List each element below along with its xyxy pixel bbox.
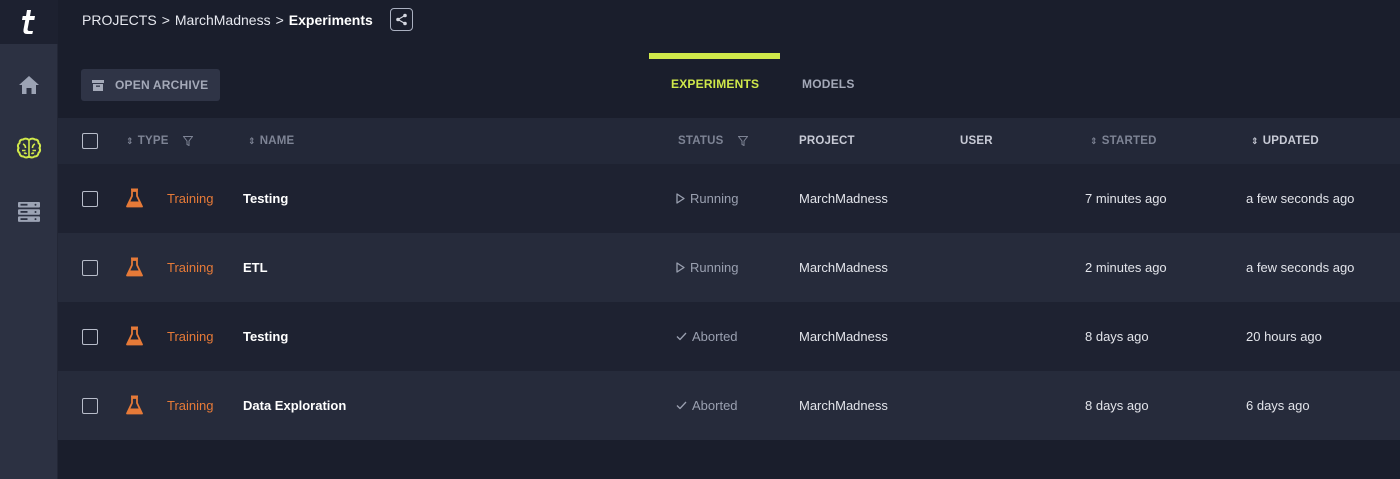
- column-header-user[interactable]: USER: [960, 135, 993, 147]
- row-project: MarchMadness: [799, 260, 888, 275]
- row-started: 2 minutes ago: [1085, 260, 1167, 275]
- home-icon: [19, 76, 39, 94]
- nav-experiments[interactable]: [0, 128, 58, 168]
- row-started: 8 days ago: [1085, 398, 1149, 413]
- active-tab-indicator: [649, 53, 780, 59]
- row-status-label: Running: [690, 260, 739, 275]
- table-row[interactable]: Training Data Exploration Aborted MarchM…: [58, 371, 1400, 440]
- breadcrumb: PROJECTS > MarchMadness > Experiments: [82, 11, 373, 29]
- logo-icon: [22, 10, 35, 34]
- share-icon: [396, 13, 407, 26]
- check-icon: [676, 332, 687, 341]
- row-name: Testing: [243, 191, 289, 206]
- breadcrumb-current: Experiments: [288, 12, 373, 28]
- breadcrumb-separator: >: [161, 12, 170, 28]
- filter-icon[interactable]: [182, 136, 193, 146]
- row-name: Testing: [243, 329, 289, 344]
- logo[interactable]: [0, 0, 58, 44]
- row-checkbox[interactable]: [82, 398, 98, 414]
- row-checkbox[interactable]: [82, 260, 98, 276]
- table-row[interactable]: Training Testing Running MarchMadness 7 …: [58, 164, 1400, 233]
- flask-icon: [126, 257, 143, 277]
- sort-icon: ⇕: [126, 135, 134, 146]
- open-archive-button[interactable]: OPEN ARCHIVE: [81, 69, 220, 101]
- table-row[interactable]: Training Testing Aborted MarchMadness 8 …: [58, 302, 1400, 371]
- row-project: MarchMadness: [799, 329, 888, 344]
- column-header-name-label: NAME: [259, 135, 295, 147]
- row-type: Training: [167, 191, 214, 206]
- play-icon: [676, 262, 685, 273]
- row-name: ETL: [243, 260, 268, 275]
- nav-home[interactable]: [0, 65, 58, 105]
- column-header-user-label: USER: [960, 135, 993, 147]
- column-header-type-label: TYPE: [137, 135, 169, 147]
- table-row[interactable]: Training ETL Running MarchMadness 2 minu…: [58, 233, 1400, 302]
- row-type: Training: [167, 329, 214, 344]
- column-header-project-label: PROJECT: [799, 135, 855, 147]
- server-stack-icon: [18, 202, 40, 222]
- row-name: Data Exploration: [243, 398, 347, 413]
- share-button[interactable]: [390, 8, 413, 31]
- sort-desc-icon: ⇕: [1251, 135, 1259, 146]
- column-header-started[interactable]: ⇕ STARTED: [1090, 135, 1157, 147]
- filter-icon[interactable]: [737, 136, 748, 146]
- row-project: MarchMadness: [799, 398, 888, 413]
- sort-icon: ⇕: [1090, 135, 1098, 146]
- row-status-label: Aborted: [692, 398, 738, 413]
- column-header-updated-label: UPDATED: [1262, 135, 1319, 147]
- brain-icon: [16, 137, 42, 159]
- row-status-label: Aborted: [692, 329, 738, 344]
- column-header-type[interactable]: ⇕ TYPE: [126, 135, 193, 147]
- row-updated: a few seconds ago: [1246, 191, 1355, 206]
- check-icon: [676, 401, 687, 410]
- row-updated: 20 hours ago: [1246, 329, 1322, 344]
- row-type: Training: [167, 398, 214, 413]
- column-header-project[interactable]: PROJECT: [799, 135, 855, 147]
- table-header: ⇕ TYPE ⇕ NAME STATUS PROJECT USER ⇕ STAR…: [58, 118, 1400, 164]
- column-header-status[interactable]: STATUS: [678, 135, 748, 147]
- play-icon: [676, 193, 685, 204]
- flask-icon: [126, 395, 143, 415]
- row-status: Running: [676, 191, 738, 206]
- flask-icon: [126, 188, 143, 208]
- breadcrumb-project[interactable]: MarchMadness: [175, 12, 271, 28]
- column-header-started-label: STARTED: [1101, 135, 1157, 147]
- archive-icon: [92, 79, 104, 91]
- app-root: PROJECTS > MarchMadness > Experiments OP…: [0, 0, 1400, 479]
- column-header-status-label: STATUS: [678, 135, 724, 147]
- column-header-updated[interactable]: ⇕ UPDATED: [1251, 135, 1319, 147]
- row-status: Running: [676, 260, 738, 275]
- row-started: 8 days ago: [1085, 329, 1149, 344]
- nav-datasets[interactable]: [0, 192, 58, 232]
- column-header-name[interactable]: ⇕ NAME: [248, 135, 294, 147]
- tab-models[interactable]: MODELS: [802, 77, 855, 91]
- breadcrumb-separator: >: [275, 12, 284, 28]
- row-status: Aborted: [676, 398, 738, 413]
- breadcrumb-projects[interactable]: PROJECTS: [82, 12, 157, 28]
- row-status: Aborted: [676, 329, 738, 344]
- open-archive-label: OPEN ARCHIVE: [115, 78, 209, 92]
- row-updated: a few seconds ago: [1246, 260, 1355, 275]
- row-updated: 6 days ago: [1246, 398, 1310, 413]
- row-checkbox[interactable]: [82, 329, 98, 345]
- row-project: MarchMadness: [799, 191, 888, 206]
- row-checkbox[interactable]: [82, 191, 98, 207]
- flask-icon: [126, 326, 143, 346]
- sidebar: [0, 0, 58, 479]
- row-status-label: Running: [690, 191, 739, 206]
- sort-icon: ⇕: [248, 135, 256, 146]
- select-all-checkbox[interactable]: [82, 133, 98, 149]
- tab-experiments[interactable]: EXPERIMENTS: [671, 77, 759, 91]
- row-type: Training: [167, 260, 214, 275]
- row-started: 7 minutes ago: [1085, 191, 1167, 206]
